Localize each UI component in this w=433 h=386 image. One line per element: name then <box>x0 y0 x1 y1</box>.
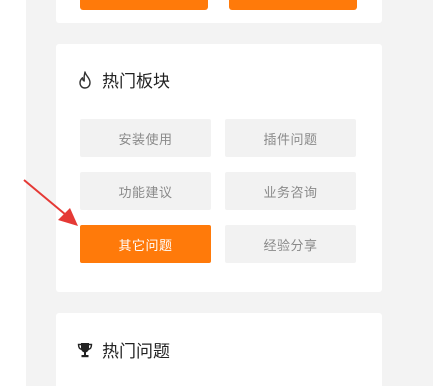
section-chip-feature[interactable]: 功能建议 <box>80 172 211 210</box>
section-chip-install[interactable]: 安装使用 <box>80 119 211 157</box>
hot-sections-header: 热门板块 <box>76 67 170 92</box>
hot-sections-title: 热门板块 <box>102 72 170 92</box>
top-button-right[interactable] <box>229 0 357 10</box>
section-chip-experience[interactable]: 经验分享 <box>225 225 356 263</box>
hot-questions-title: 热门问题 <box>102 342 170 362</box>
hot-sections-card: 热门板块 安装使用 插件问题 功能建议 业务咨询 其它问题 经验分享 <box>56 44 382 292</box>
trophy-icon <box>76 340 94 360</box>
section-chip-business[interactable]: 业务咨询 <box>225 172 356 210</box>
top-button-left[interactable] <box>80 0 208 10</box>
hot-questions-card: 热门问题 <box>56 313 382 386</box>
top-card <box>56 0 382 23</box>
hot-sections-grid: 安装使用 插件问题 功能建议 业务咨询 其它问题 经验分享 <box>80 119 363 263</box>
flame-outline-icon <box>76 70 94 90</box>
section-chip-plugin[interactable]: 插件问题 <box>225 119 356 157</box>
hot-questions-header: 热门问题 <box>76 337 170 362</box>
section-chip-other[interactable]: 其它问题 <box>80 225 211 263</box>
